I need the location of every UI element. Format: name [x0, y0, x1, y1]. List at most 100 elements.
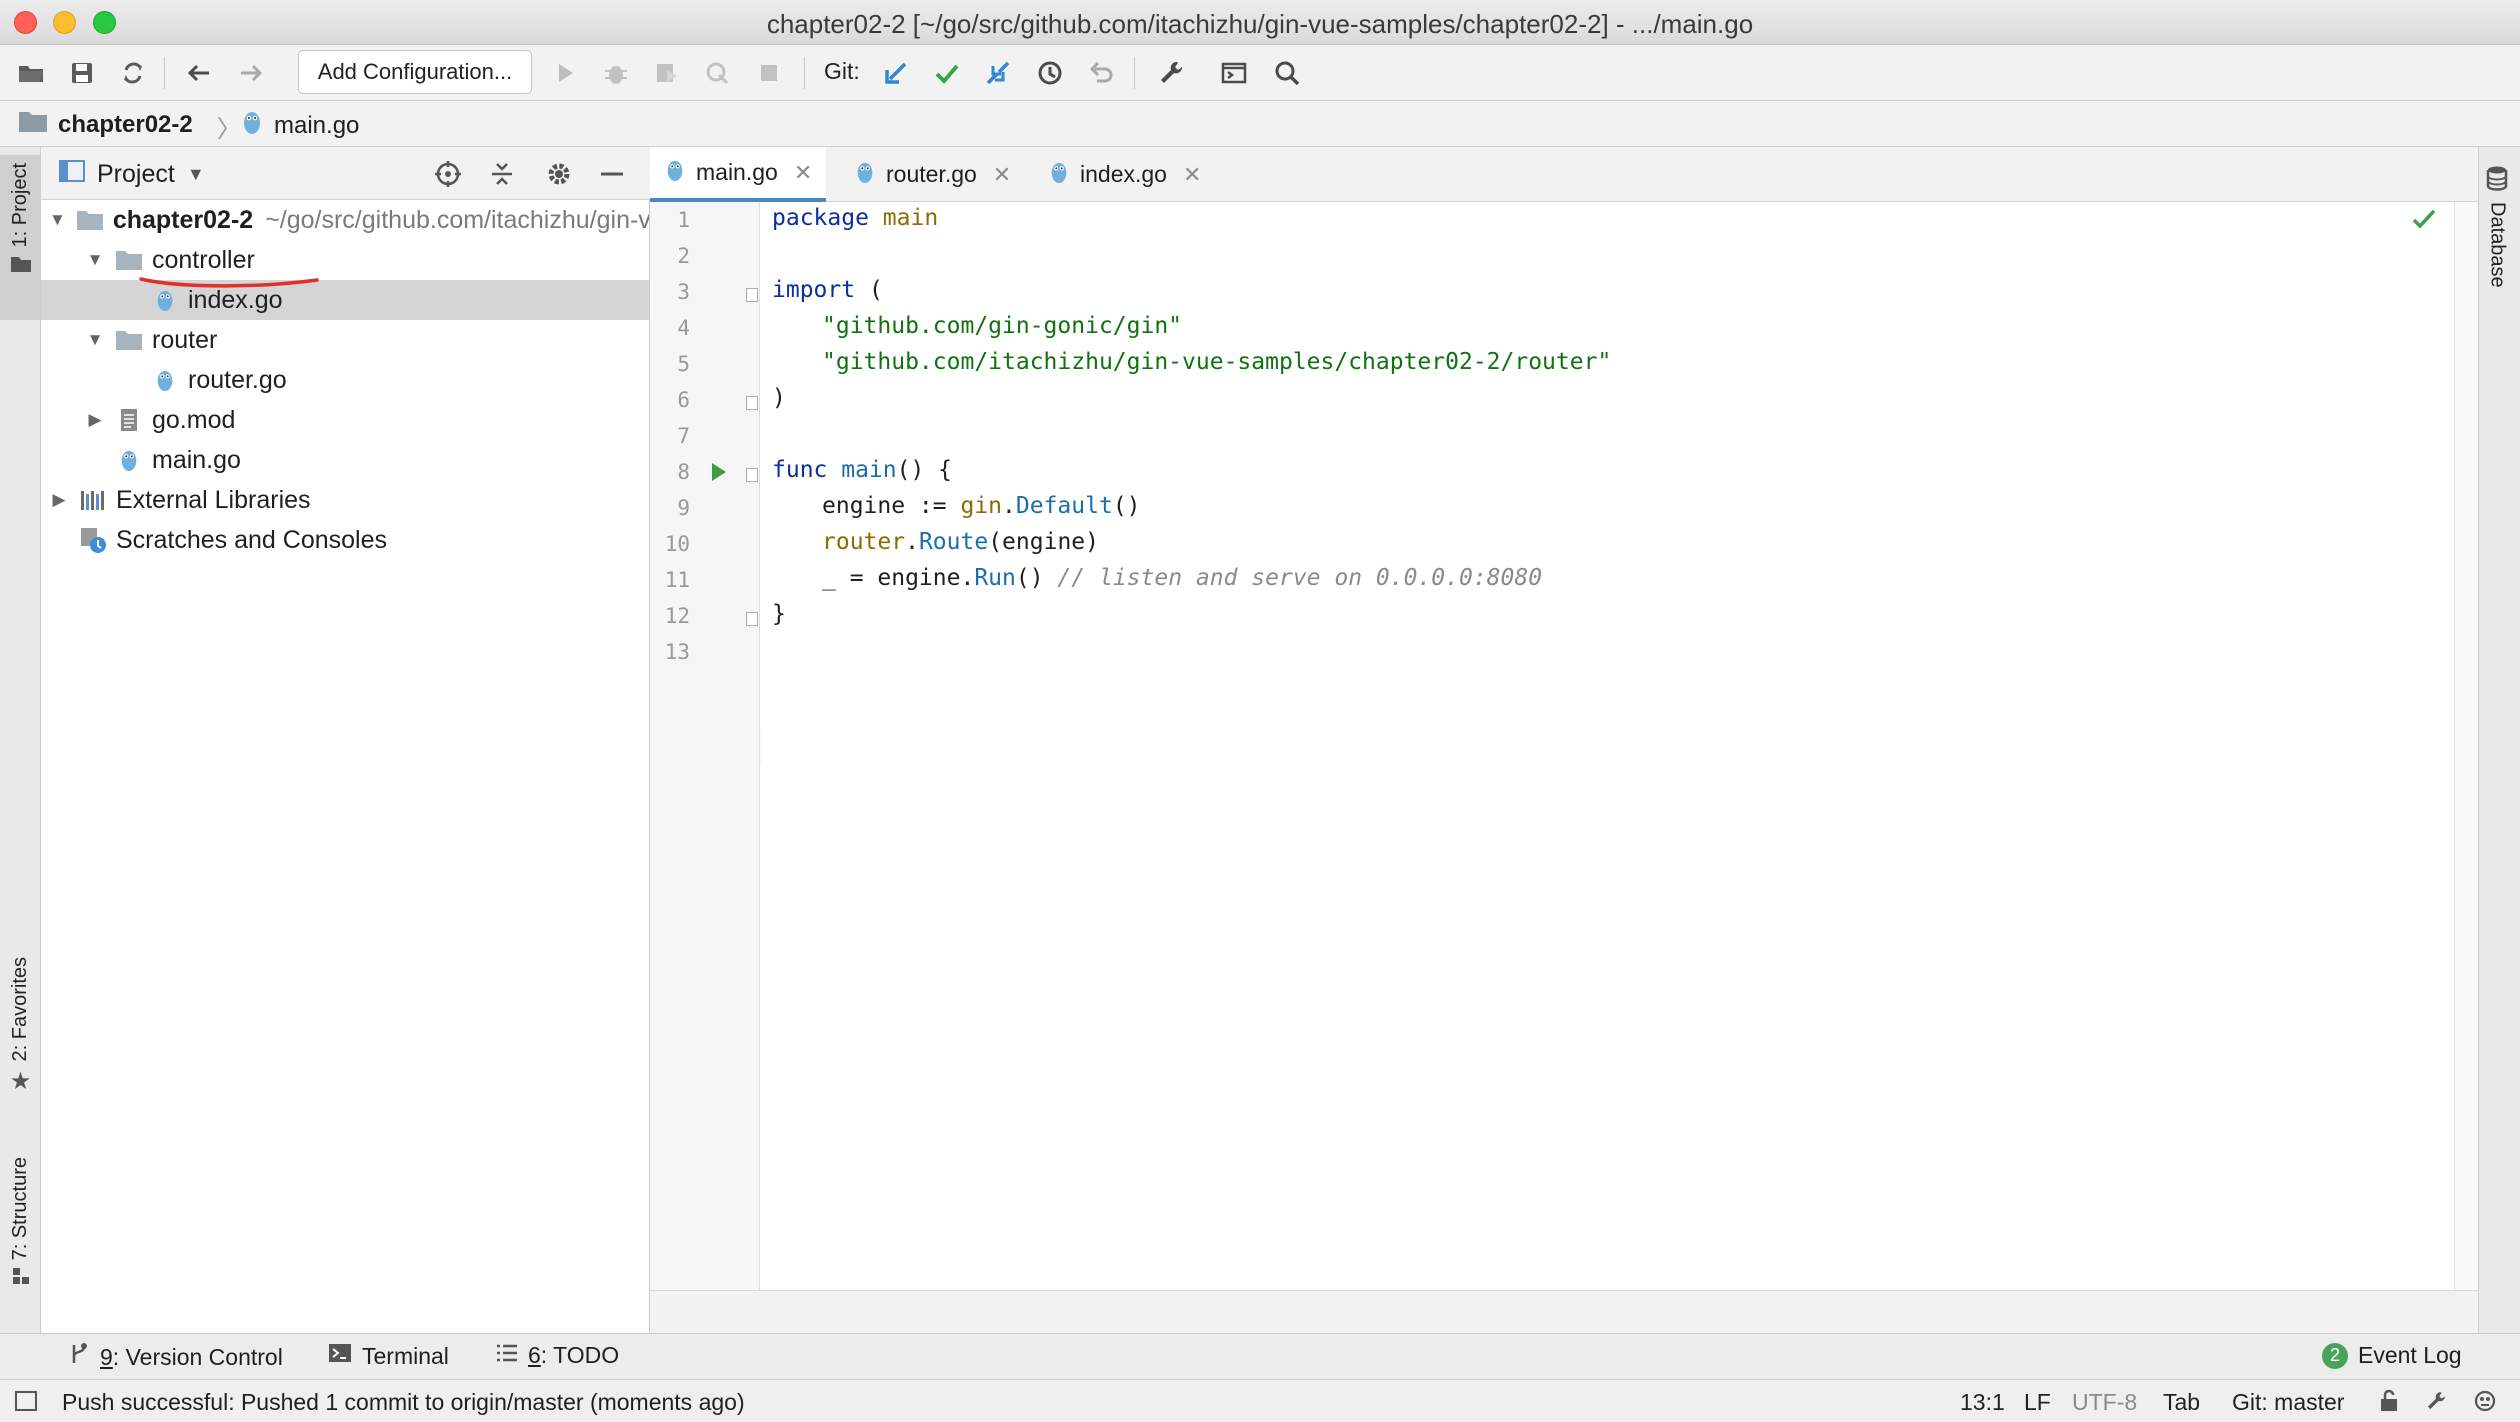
editor-horizontal-scrollbar[interactable]	[650, 1290, 2478, 1333]
stripe-project-button[interactable]: 1: Project	[0, 155, 41, 320]
debug-icon[interactable]	[599, 56, 633, 90]
git-rollback-icon[interactable]	[1084, 56, 1118, 90]
status-message[interactable]: Push successful: Pushed 1 commit to orig…	[62, 1389, 745, 1416]
save-icon[interactable]	[65, 56, 99, 90]
tree-item-scratches-and-consoles[interactable]: ▶ Scratches and Consoles	[41, 520, 649, 560]
add-configuration-button[interactable]: Add Configuration...	[298, 50, 532, 94]
git-branch-widget[interactable]: Git: master	[2232, 1389, 2344, 1416]
tree-item-router-go[interactable]: ▶ router.go	[41, 360, 649, 400]
breadcrumb-file[interactable]: main.go	[240, 109, 359, 142]
run-icon[interactable]	[548, 56, 582, 90]
open-folder-icon[interactable]	[14, 56, 48, 90]
code-line-3: import (	[772, 277, 883, 303]
line-number: 4	[677, 316, 690, 340]
stripe-database-button[interactable]: Database	[2485, 165, 2509, 288]
lock-icon[interactable]	[2378, 1389, 2400, 1418]
star-icon: ★	[9, 1068, 32, 1096]
git-update-icon[interactable]	[879, 56, 913, 90]
tree-item-router[interactable]: ▼ router	[41, 320, 649, 360]
tree-item-external-libraries[interactable]: ▶ External Libraries	[41, 480, 649, 520]
expanded-arrow-icon[interactable]: ▼	[49, 210, 66, 230]
structure-icon	[11, 1266, 31, 1291]
stop-icon[interactable]	[752, 56, 786, 90]
database-icon	[2485, 165, 2509, 196]
hide-panel-icon[interactable]	[597, 159, 627, 189]
collapse-all-icon[interactable]	[487, 159, 517, 189]
close-tab-icon[interactable]: ✕	[993, 162, 1011, 188]
version-control-tool-button[interactable]: 9: Version Control	[68, 1342, 283, 1372]
library-icon	[79, 486, 107, 514]
locate-file-icon[interactable]	[433, 159, 463, 189]
fold-marker-icon[interactable]	[746, 288, 758, 302]
close-tab-icon[interactable]: ✕	[794, 160, 812, 186]
tab-label: main.go	[696, 159, 778, 185]
tree-item-main-go[interactable]: ▶ main.go	[41, 440, 649, 480]
tab-index-go[interactable]: index.go ✕	[1034, 147, 1215, 202]
todo-tool-button[interactable]: 6: TODO	[496, 1342, 619, 1369]
inspector-icon[interactable]	[2472, 1388, 2498, 1419]
no-problems-check-icon[interactable]	[2410, 205, 2438, 233]
run-coverage-icon[interactable]	[650, 56, 684, 90]
todo-number: 6	[528, 1342, 541, 1368]
expanded-arrow-icon[interactable]: ▼	[85, 330, 105, 350]
breadcrumb-file-label: main.go	[274, 111, 360, 139]
terminal-tool-button[interactable]: Terminal	[328, 1342, 449, 1370]
profile-icon[interactable]	[701, 56, 735, 90]
scratches-icon	[79, 526, 107, 554]
gear-icon[interactable]	[544, 159, 574, 189]
search-icon[interactable]	[1270, 56, 1304, 90]
collapsed-arrow-icon[interactable]: ▶	[49, 490, 69, 510]
tab-main-go[interactable]: main.go ✕	[650, 147, 827, 202]
breadcrumb-project[interactable]: chapter02-2	[18, 109, 193, 140]
fold-marker-icon[interactable]	[746, 396, 758, 410]
branch-icon	[68, 1342, 90, 1372]
editor-vertical-scrollbar[interactable]	[2454, 202, 2478, 1290]
breadcrumb: chapter02-2 〉 main.go	[0, 101, 2520, 147]
stripe-favorites-label: 2: Favorites	[9, 957, 31, 1062]
tree-root-chapter02-2[interactable]: ▼ chapter02-2 ~/go/src/github.com/itachi…	[41, 200, 649, 240]
git-commit-icon[interactable]	[930, 56, 964, 90]
stripe-structure-button[interactable]: 7: Structure	[0, 1157, 41, 1291]
event-log-count-badge: 2	[2322, 1342, 2348, 1369]
expanded-arrow-icon[interactable]: ▼	[85, 250, 105, 270]
forward-arrow-icon[interactable]	[234, 56, 268, 90]
run-gutter-icon[interactable]	[712, 463, 726, 481]
tab-label: index.go	[1080, 161, 1167, 187]
collapsed-arrow-icon[interactable]: ▶	[85, 410, 105, 430]
editor-gutter: 1 2 3 4 5 6 7 8 9 10 11 12 13	[650, 202, 760, 1290]
tree-item-go-mod[interactable]: ▶ go.mod	[41, 400, 649, 440]
tool-window-bar: 9: Version Control Terminal 6: TODO 2 Ev…	[0, 1333, 2520, 1379]
event-log-tool-button[interactable]: 2 Event Log	[2322, 1342, 2462, 1369]
line-number: 2	[677, 244, 690, 268]
code-line-4: "github.com/gin-gonic/gin"	[822, 313, 1183, 339]
git-label: Git:	[824, 58, 860, 84]
file-encoding[interactable]: UTF-8	[2072, 1389, 2137, 1416]
git-compare-icon[interactable]	[981, 56, 1015, 90]
fold-marker-icon[interactable]	[746, 468, 758, 482]
back-arrow-icon[interactable]	[182, 56, 216, 90]
tree-item-controller[interactable]: ▼ controller	[41, 240, 649, 280]
wrench-icon[interactable]	[2424, 1389, 2448, 1418]
wrench-icon[interactable]	[1154, 56, 1188, 90]
folder-icon	[115, 246, 143, 274]
fold-marker-icon[interactable]	[746, 612, 758, 626]
code-line-12: }	[772, 601, 786, 627]
line-number: 6	[677, 388, 690, 412]
toggle-tool-windows-icon[interactable]	[14, 1390, 38, 1417]
breadcrumb-separator: 〉	[217, 116, 241, 143]
close-tab-icon[interactable]: ✕	[1183, 162, 1201, 188]
caret-position[interactable]: 13:1	[1960, 1389, 2005, 1416]
sync-icon[interactable]	[116, 56, 150, 90]
stripe-favorites-button[interactable]: 2: Favorites ★	[0, 957, 41, 1096]
indent-setting[interactable]: Tab	[2163, 1389, 2200, 1416]
left-tool-stripe: 1: Project 2: Favorites ★ 7: Structure	[0, 147, 41, 1333]
terminal-window-icon[interactable]	[1217, 56, 1251, 90]
tab-router-go[interactable]: router.go ✕	[840, 147, 1025, 202]
tree-item-index-go[interactable]: ▶ index.go	[41, 280, 649, 320]
project-panel: Project ▼ ▼ chapter02-2 ~/go/src/github.…	[41, 147, 650, 1333]
version-control-number: 9	[100, 1343, 113, 1370]
tree-item-label: go.mod	[152, 405, 236, 434]
git-history-icon[interactable]	[1033, 56, 1067, 90]
project-view-selector[interactable]: Project ▼	[59, 159, 205, 190]
line-separator[interactable]: LF	[2024, 1389, 2051, 1416]
